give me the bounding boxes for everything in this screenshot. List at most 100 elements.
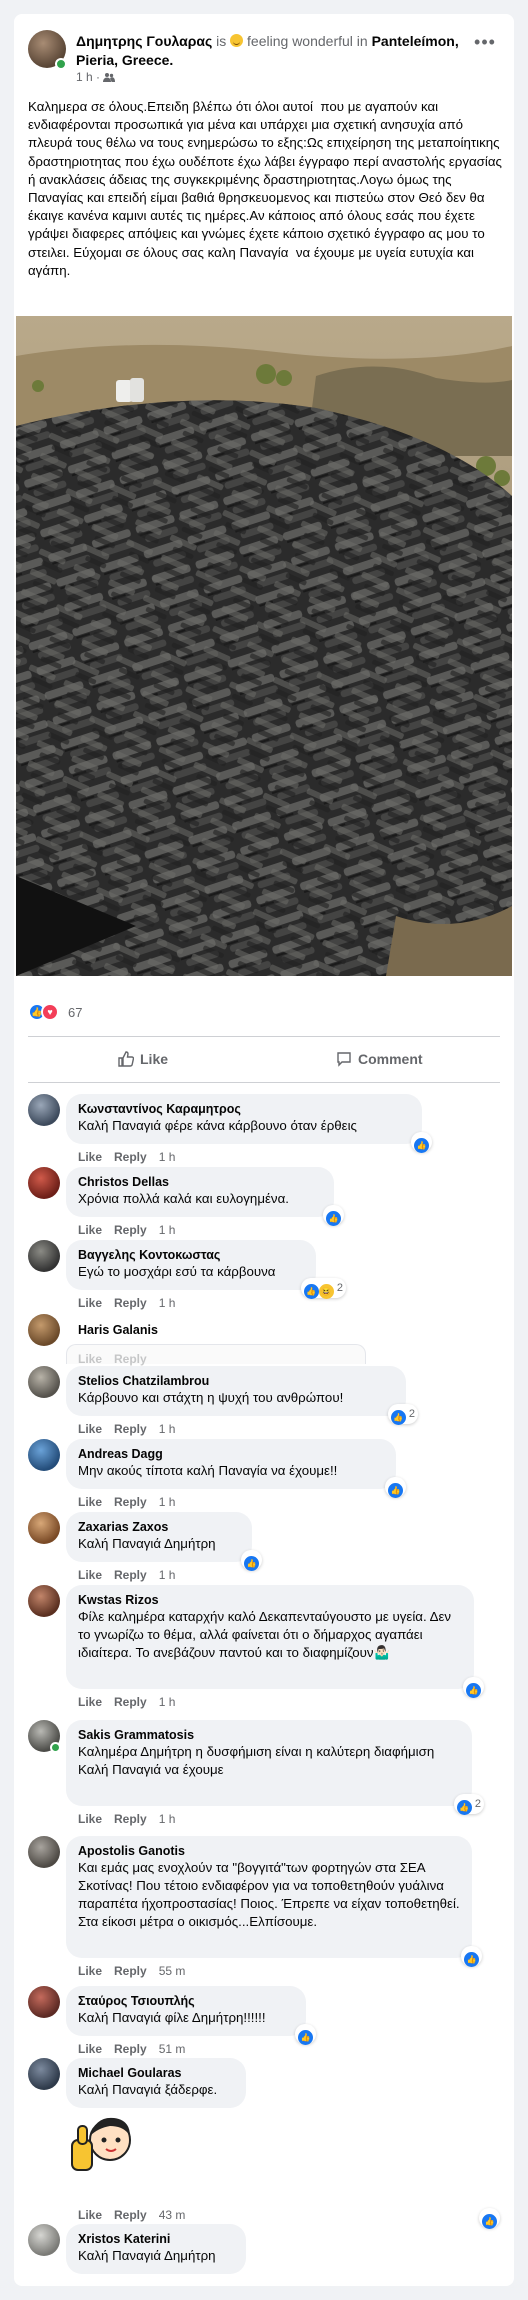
comment-text: Καλή Παναγιά ξάδερφε. — [78, 2082, 218, 2097]
comment-text: Κάρβουνο και στάχτη η ψυχή του ανθρώπου! — [78, 1390, 344, 1405]
comment-reactions[interactable]: 👍 — [461, 1946, 482, 1967]
post-photo[interactable] — [16, 316, 512, 976]
like-button[interactable]: Like — [118, 1042, 168, 1076]
comment-bubble: Κωνσταντίνος Καραμητρος Καλή Παναγιά φέρ… — [66, 1094, 432, 1153]
commenter-avatar[interactable] — [28, 1836, 60, 1868]
commenter-name[interactable]: Apostolis Ganotis — [78, 1843, 460, 1859]
commenter-name[interactable]: Christos Dellas — [78, 1174, 322, 1190]
comment-time[interactable]: 51 m — [159, 2042, 186, 2056]
comment-like-button[interactable]: Like — [78, 1296, 102, 1310]
commenter-name[interactable]: Sakis Grammatosis — [78, 1727, 460, 1743]
comment-time[interactable]: 1 h — [159, 1568, 176, 1582]
commenter-avatar[interactable] — [28, 1240, 60, 1272]
comment-like-button[interactable]: Like — [78, 1223, 102, 1237]
in-word: in — [356, 33, 368, 49]
comment-reply-button[interactable]: Reply — [114, 2042, 147, 2056]
comment-text: Καλημέρα Δημήτρη η δυσφήμιση είναι η καλ… — [78, 1744, 435, 1777]
commenter-name[interactable]: Σταύρος Τσιουπλής — [78, 1993, 294, 2009]
comment-bubble: Michael Goularas Καλή Παναγιά ξάδερφε. — [66, 2058, 246, 2108]
commenter-avatar[interactable] — [28, 1167, 60, 1199]
comment-like-button[interactable]: Like — [78, 1695, 102, 1709]
commenter-avatar[interactable] — [28, 1094, 60, 1126]
comment-like-button[interactable]: Like — [78, 1964, 102, 1978]
love-reaction-icon: ♥ — [41, 1003, 59, 1021]
comment-like-button[interactable]: Like — [78, 1150, 102, 1164]
comment-reply-button[interactable]: Reply — [114, 2208, 147, 2222]
commenter-avatar[interactable] — [28, 1512, 60, 1544]
comment-reactions[interactable]: 👍 — [479, 2208, 500, 2229]
commenter-name[interactable]: Kwstas Rizos — [78, 1592, 462, 1608]
commenter-avatar[interactable] — [28, 1439, 60, 1471]
comment-reactions[interactable]: 👍 😆 2 — [300, 1278, 346, 1299]
comment-reply-button[interactable]: Reply — [114, 1495, 147, 1509]
comment-like-button[interactable]: Like — [78, 2042, 102, 2056]
comment-reactions[interactable]: 👍 — [463, 1677, 484, 1698]
comment-time[interactable]: 1 h — [159, 1150, 176, 1164]
comment-reply-button[interactable]: Reply — [114, 1352, 147, 1366]
comment-button[interactable]: Comment — [336, 1042, 423, 1076]
commenter-name[interactable]: Xristos Katerini — [78, 2231, 234, 2247]
comment-reply-button[interactable]: Reply — [114, 1422, 147, 1436]
commenter-name[interactable]: Zaxarias Zaxos — [78, 1519, 240, 1535]
comment-time[interactable]: 1 h — [159, 1812, 176, 1826]
comment-actions: Like Reply 51 m — [78, 2042, 197, 2056]
commenter-avatar[interactable] — [28, 2224, 60, 2256]
comment-reply-button[interactable]: Reply — [114, 1964, 147, 1978]
smiley-face-icon — [230, 34, 244, 47]
comment-reply-button[interactable]: Reply — [114, 1223, 147, 1237]
comment-time[interactable]: 1 h — [159, 1422, 176, 1436]
comment-like-button[interactable]: Like — [78, 1352, 102, 1366]
comment-reply-button[interactable]: Reply — [114, 1150, 147, 1164]
commenter-name[interactable]: Stelios Chatzilambrou — [78, 1373, 394, 1389]
comment-time[interactable]: 55 m — [159, 1964, 186, 1978]
like-label: Like — [140, 1051, 169, 1067]
commenter-name[interactable]: Andreas Dagg — [78, 1446, 384, 1462]
commenter-avatar[interactable] — [28, 2058, 60, 2090]
thumbs-up-sticker-icon[interactable] — [66, 2106, 142, 2182]
comment-reactions[interactable]: 👍 2 — [453, 1794, 484, 1815]
like-reaction-icon: 👍 — [298, 2030, 313, 2045]
comment-reactions[interactable]: 👍 — [411, 1132, 432, 1153]
comment-reactions[interactable]: 👍 — [295, 2024, 316, 2045]
divider — [28, 1082, 500, 1083]
comment-like-button[interactable]: Like — [78, 1568, 102, 1582]
commenter-avatar[interactable] — [28, 1314, 60, 1346]
commenter-avatar[interactable] — [28, 1366, 60, 1398]
commenter-name[interactable]: Michael Goularas — [78, 2065, 234, 2081]
comment-reply-button[interactable]: Reply — [114, 1568, 147, 1582]
post-text: Καλημερα σε όλους.Επειδη βλέπω ότι όλοι … — [28, 99, 506, 278]
comment-text: Καλή Παναγιά Δημήτρη — [78, 1536, 216, 1551]
comment-time[interactable]: 1 h — [159, 1695, 176, 1709]
comment-reply-button[interactable]: Reply — [114, 1296, 147, 1310]
comment-time[interactable]: 1 h — [159, 1296, 176, 1310]
comment-reply-button[interactable]: Reply — [114, 1695, 147, 1709]
more-options-button[interactable]: ••• — [470, 32, 500, 56]
reaction-count: 67 — [68, 1005, 83, 1020]
commenter-avatar[interactable] — [28, 1585, 60, 1617]
commenter-name[interactable]: Haris Galanis — [78, 1322, 158, 1338]
divider — [28, 1036, 500, 1037]
comment-time[interactable]: 43 m — [159, 2208, 186, 2222]
comment-reactions[interactable]: 👍 — [385, 1477, 406, 1498]
comment-bubble-icon — [337, 1052, 351, 1067]
comment-like-button[interactable]: Like — [78, 1812, 102, 1826]
comment-reply-button[interactable]: Reply — [114, 1812, 147, 1826]
comment-reactions[interactable]: 👍 — [241, 1550, 262, 1571]
comment-actions: Like Reply 43 m — [78, 2208, 197, 2222]
comment-like-button[interactable]: Like — [78, 2208, 102, 2222]
comment-reactions[interactable]: 👍 2 — [387, 1404, 418, 1425]
comment-reactions[interactable]: 👍 — [323, 1205, 344, 1226]
author-name[interactable]: Δημητρης Γουλαρας — [76, 33, 212, 49]
comment-time[interactable]: 1 h — [159, 1495, 176, 1509]
post-time[interactable]: 1 h — [76, 70, 93, 84]
comment-like-button[interactable]: Like — [78, 1422, 102, 1436]
comment-actions: Like Reply 1 h — [78, 1150, 187, 1164]
commenter-name[interactable]: Βαγγελης Κοντοκωστας — [78, 1247, 304, 1263]
comment-like-button[interactable]: Like — [78, 1495, 102, 1509]
commenter-avatar[interactable] — [28, 1986, 60, 2018]
commenter-name[interactable]: Κωνσταντίνος Καραμητρος — [78, 1101, 410, 1117]
like-reaction-icon: 👍 — [388, 1483, 403, 1498]
comment-time[interactable]: 1 h — [159, 1223, 176, 1237]
comment-actions: Like Reply 1 h — [78, 1568, 187, 1582]
comment-actions: Like Reply 55 m — [78, 1964, 197, 1978]
